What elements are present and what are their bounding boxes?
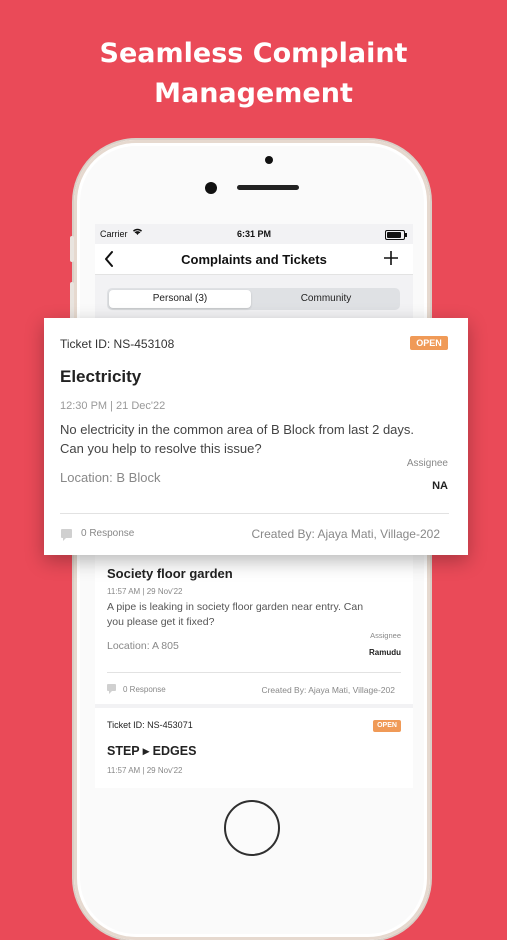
status-bar: Carrier 6:31 PM [95,224,413,244]
navigation-bar: Complaints and Tickets [95,244,413,275]
assignee-label: Assignee [370,631,401,640]
divider [60,513,449,514]
response-count[interactable]: 0 Response [81,528,134,539]
assignee-name: NA [432,480,448,492]
assignee-label: Assignee [406,458,448,469]
plus-icon[interactable] [383,244,399,272]
ticket-id: Ticket ID: NS-453108 [60,337,175,351]
response-count[interactable]: 0 Response [123,685,166,694]
ticket-title: Electricity [60,367,142,386]
created-by: Created By: Ajaya Mati, Village-202 [261,685,395,695]
comment-icon [107,684,116,694]
home-button[interactable] [224,800,280,856]
earpiece-speaker [237,185,299,190]
ticket-description-line-1: No electricity in the common area of B B… [60,422,415,437]
headline-line-1: Seamless Complaint [99,38,408,69]
mute-switch [70,236,74,262]
ticket-timestamp: 11:57 AM | 29 Nov'22 [107,587,183,596]
front-camera [205,182,217,194]
proximity-sensor [265,156,273,164]
created-by: Created By: Ajaya Mati, Village-202 [251,527,440,541]
ticket-id: Ticket ID: NS-453071 [107,720,193,730]
ticket-timestamp: 12:30 PM | 21 Dec'22 [60,400,166,412]
divider [107,672,401,673]
ticket-location: Location: B Block [60,470,161,485]
tab-community[interactable]: Community [254,290,398,308]
page-title: Complaints and Tickets [181,252,327,267]
clock: 6:31 PM [236,229,271,239]
battery-icon [385,230,407,240]
headline-line-2: Management [154,78,353,109]
status-badge: OPEN [373,720,401,732]
ticket-description-line-1: A pipe is leaking in society floor garde… [107,601,364,613]
assignee-name: Ramudu [369,648,401,657]
ticket-title: Society floor garden [107,566,233,581]
ticket-title: STEP ▸ EDGES [107,744,197,758]
ticket-timestamp: 11:57 AM | 29 Nov'22 [107,766,183,775]
ticket-card[interactable]: Ticket ID: NS-453071 OPEN STEP ▸ EDGES 1… [95,708,413,788]
ticket-location: Location: A 805 [107,640,179,652]
segmented-control: Personal (3) Community [107,288,400,310]
ticket-description-line-2: you please get it fixed? [107,616,215,628]
tab-personal[interactable]: Personal (3) [109,290,251,308]
ticket-description-line-2: Can you help to resolve this issue? [60,441,262,456]
comment-icon [61,529,72,541]
status-badge: OPEN [410,336,448,350]
ticket-card[interactable]: Society floor garden 11:57 AM | 29 Nov'2… [95,554,413,704]
marketing-headline: Seamless Complaint Management [0,34,507,114]
featured-ticket-card[interactable]: Ticket ID: NS-453108 OPEN Electricity 12… [44,318,468,555]
